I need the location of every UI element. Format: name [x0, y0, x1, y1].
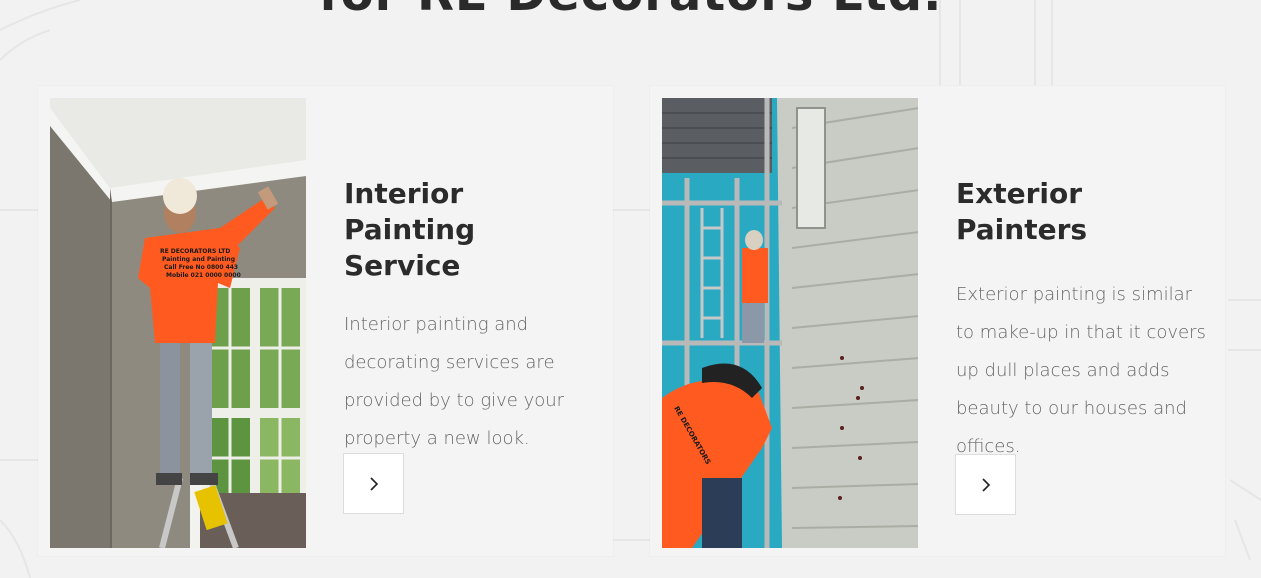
- interior-card-title: Interior Painting Service: [344, 177, 476, 282]
- service-card-exterior: RE DECORATORS Exterior Painters Exterior…: [650, 86, 1225, 556]
- interior-card-body: Interior Painting Service Interior paint…: [344, 176, 594, 458]
- exterior-card-body: Exterior Painters Exterior painting is s…: [956, 176, 1206, 466]
- chevron-right-icon: [981, 477, 990, 492]
- svg-text:Mobile 021 0000 0000: Mobile 021 0000 0000: [166, 272, 241, 279]
- exterior-read-more-button[interactable]: [955, 454, 1016, 515]
- chevron-right-icon: [369, 476, 378, 491]
- svg-text:Painting and Painting: Painting and Painting: [162, 256, 235, 263]
- svg-text:Call Free No 0800 443: Call Free No 0800 443: [164, 264, 238, 271]
- interior-read-more-button[interactable]: [343, 453, 404, 514]
- interior-painting-photo: RE DECORATORS LTD Painting and Painting …: [50, 98, 306, 548]
- exterior-card-title: Exterior Painters: [956, 177, 1088, 246]
- section-heading: for RE Decorators Ltd.: [0, 0, 1261, 22]
- exterior-card-description: Exterior painting is similar to make-up …: [956, 284, 1206, 457]
- exterior-painting-photo: RE DECORATORS: [662, 98, 918, 548]
- interior-card-description: Interior painting and decorating service…: [344, 314, 565, 449]
- service-card-interior: RE DECORATORS LTD Painting and Painting …: [38, 86, 613, 556]
- svg-text:RE DECORATORS LTD: RE DECORATORS LTD: [160, 248, 230, 255]
